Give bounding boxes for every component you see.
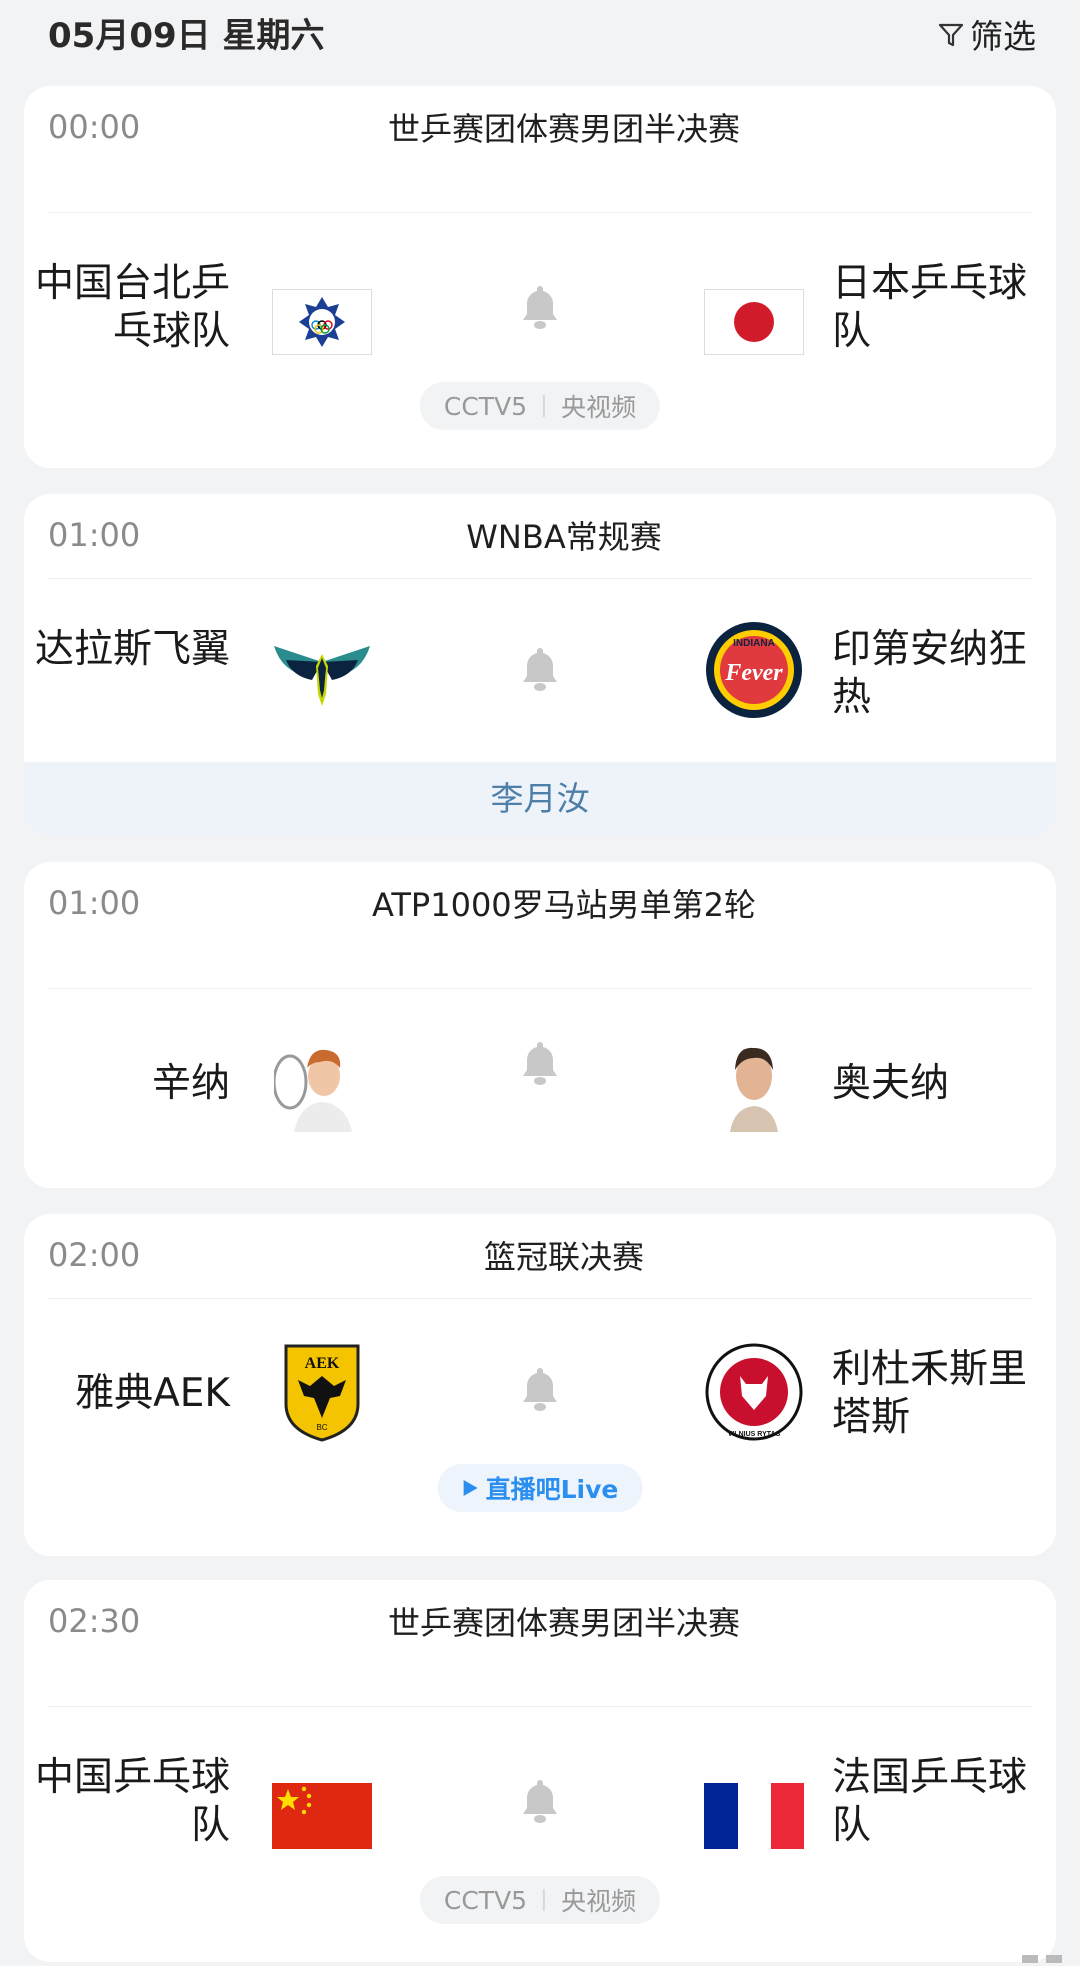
bell-icon[interactable] bbox=[515, 1038, 565, 1088]
pill-separator bbox=[543, 395, 546, 417]
play-icon bbox=[463, 1480, 478, 1496]
aek-logo-text: AEK bbox=[305, 1355, 340, 1372]
header: 05月09日 星期六 筛选 bbox=[0, 0, 1080, 70]
filter-button[interactable]: 筛选 bbox=[936, 10, 1036, 58]
divider bbox=[48, 1298, 1032, 1299]
broadcast-channel: 央视频 bbox=[561, 1887, 637, 1916]
divider bbox=[48, 212, 1032, 213]
broadcast-channel: CCTV5 bbox=[443, 1885, 528, 1915]
away-team-name: 法国乒乓球队 bbox=[832, 1755, 1028, 1848]
live-stream-button[interactable]: 直播吧Live bbox=[437, 1464, 643, 1512]
home-player-name: 辛纳 bbox=[151, 1061, 230, 1106]
dallas-wings-logo bbox=[272, 622, 372, 722]
player-avatar bbox=[704, 1032, 804, 1132]
featured-player[interactable]: 李月汝 bbox=[24, 762, 1056, 836]
match-title: ATP1000罗马站男单第2轮 bbox=[371, 886, 757, 924]
match-card[interactable]: 02:30 世乒赛团体赛男团半决赛 中国乒乓球队 法国乒乓球队 CCTV5 央视… bbox=[24, 1580, 1056, 1962]
match-title: WNBA常规赛 bbox=[466, 518, 662, 556]
match-card[interactable]: 01:00 WNBA常规赛 达拉斯飞翼 INDIANA Fever 印第安纳狂热… bbox=[24, 494, 1056, 836]
japan-flag bbox=[704, 272, 804, 372]
match-time: 00:00 bbox=[48, 108, 141, 146]
chinese-taipei-flag bbox=[272, 272, 372, 372]
broadcast-pill[interactable]: CCTV5 央视频 bbox=[419, 1876, 661, 1924]
aek-sub-text: BC bbox=[316, 1423, 327, 1432]
date-title: 05月09日 星期六 bbox=[48, 16, 325, 56]
broadcast-channel: 央视频 bbox=[561, 393, 637, 422]
away-team-name: 利杜禾斯里塔斯 bbox=[832, 1347, 1028, 1440]
aek-logo: AEK BC bbox=[272, 1342, 372, 1442]
china-flag bbox=[272, 1766, 372, 1866]
broadcast-pill[interactable]: CCTV5 央视频 bbox=[419, 382, 661, 430]
divider bbox=[48, 578, 1032, 579]
bell-icon[interactable] bbox=[515, 1364, 565, 1414]
rytas-logo: VILNIUS RYTAS bbox=[704, 1342, 804, 1442]
france-flag bbox=[704, 1766, 804, 1866]
bell-icon[interactable] bbox=[515, 282, 565, 332]
match-title: 世乒赛团体赛男团半决赛 bbox=[387, 1604, 740, 1642]
player-avatar bbox=[272, 1032, 372, 1132]
match-time: 01:00 bbox=[48, 884, 141, 922]
match-time: 02:30 bbox=[48, 1602, 141, 1640]
live-label: 直播吧Live bbox=[485, 1475, 619, 1504]
match-card[interactable]: 01:00 ATP1000罗马站男单第2轮 辛纳 奥夫纳 bbox=[24, 862, 1056, 1188]
match-card[interactable]: 02:00 篮冠联决赛 雅典AEK AEK BC VILNIUS RYTAS 利… bbox=[24, 1214, 1056, 1556]
divider bbox=[48, 1706, 1032, 1707]
filter-label: 筛选 bbox=[970, 17, 1036, 56]
rytas-logo-text: VILNIUS RYTAS bbox=[728, 1431, 781, 1438]
pill-separator bbox=[543, 1889, 546, 1911]
home-team-name: 中国台北乒乓球队 bbox=[34, 261, 230, 354]
match-card[interactable]: 00:00 世乒赛团体赛男团半决赛 中国台北乒乓球队 日本乒乓球队 CCTV5 … bbox=[24, 86, 1056, 468]
home-team-name: 达拉斯飞翼 bbox=[34, 627, 230, 672]
system-indicator bbox=[1022, 1955, 1062, 1963]
bell-icon[interactable] bbox=[515, 644, 565, 694]
bell-icon[interactable] bbox=[515, 1776, 565, 1826]
match-title: 世乒赛团体赛男团半决赛 bbox=[387, 110, 740, 148]
divider bbox=[48, 988, 1032, 989]
broadcast-channel: CCTV5 bbox=[443, 391, 528, 421]
fever-top-text: INDIANA bbox=[733, 638, 775, 649]
fever-main-text: Fever bbox=[724, 660, 783, 686]
filter-icon bbox=[938, 23, 964, 47]
match-time: 02:00 bbox=[48, 1236, 141, 1274]
indiana-fever-logo: INDIANA Fever bbox=[704, 620, 804, 720]
away-team-name: 日本乒乓球队 bbox=[832, 261, 1028, 354]
away-team-name: 印第安纳狂热 bbox=[832, 627, 1028, 720]
match-title: 篮冠联决赛 bbox=[483, 1238, 644, 1276]
home-team-name: 中国乒乓球队 bbox=[34, 1755, 230, 1848]
match-time: 01:00 bbox=[48, 516, 141, 554]
home-team-name: 雅典AEK bbox=[75, 1371, 230, 1416]
away-player-name: 奥夫纳 bbox=[832, 1061, 950, 1106]
